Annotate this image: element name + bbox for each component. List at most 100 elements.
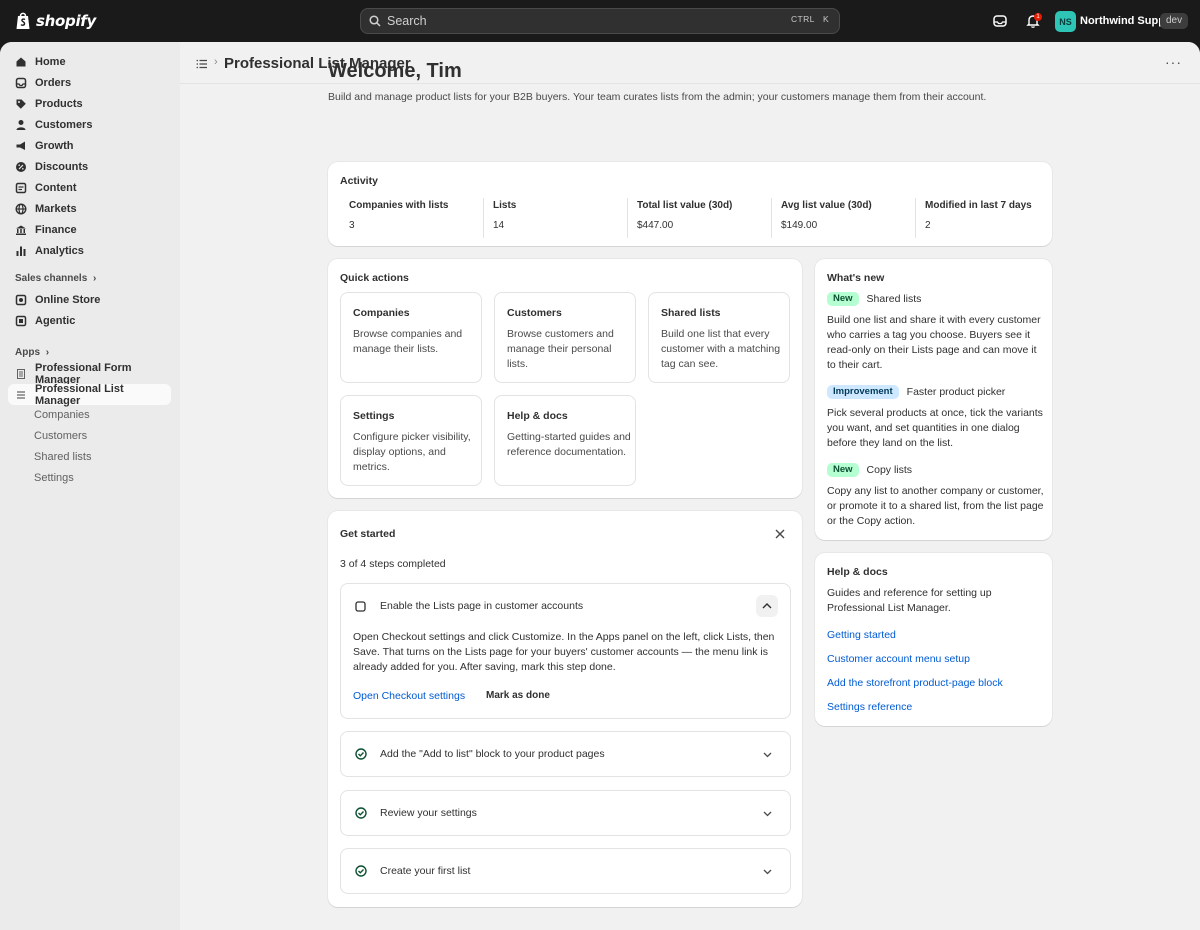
quick-action-shared-lists[interactable]: Shared lists Build one list that every c… — [648, 292, 790, 383]
metric-avg-value: Avg list value (30d) $149.00 — [772, 198, 916, 238]
sidebar-sub-customers[interactable]: Customers — [34, 430, 87, 442]
tag-icon — [16, 99, 26, 109]
step-title: Review your settings — [380, 807, 477, 819]
bank-icon — [16, 225, 26, 235]
news-badge: New — [827, 463, 859, 477]
sidebar-item-markets[interactable]: Markets — [8, 198, 171, 219]
metric-label: Companies with lists — [349, 200, 449, 211]
news-text: Copy any list to another company or cust… — [827, 485, 1044, 527]
sidebar-item-customers[interactable]: Customers — [8, 114, 171, 135]
steps-progress: 3 of 4 steps completed — [340, 558, 446, 570]
sidebar-item-agentic[interactable]: Agentic — [8, 310, 171, 331]
discount-icon — [16, 161, 26, 172]
news-text: Pick several products at once, tick the … — [827, 407, 1043, 449]
shopify-bag-icon — [16, 12, 30, 29]
quick-action-desc: Build one list that every customer with … — [661, 328, 781, 370]
quick-actions-card: Quick actions Companies Browse companies… — [328, 259, 802, 498]
help-docs-text: Guides and reference for setting up Prof… — [827, 587, 992, 614]
breadcrumb-chevron-icon: › — [214, 56, 218, 68]
sidebar-sub-settings[interactable]: Settings — [34, 472, 74, 484]
news-heading: Shared lists — [866, 293, 922, 305]
news-heading: Faster product picker — [906, 386, 1006, 398]
chevron-down-icon[interactable] — [763, 811, 772, 817]
agentic-icon — [15, 315, 27, 326]
quick-action-companies[interactable]: Companies Browse companies and manage th… — [340, 292, 482, 383]
megaphone-icon — [16, 141, 25, 150]
sidebar-item-label: Orders — [35, 76, 72, 89]
sales-channels-heading[interactable]: Sales channels › — [15, 273, 96, 284]
close-icon[interactable] — [775, 529, 785, 539]
checkbox-empty-icon[interactable] — [355, 601, 366, 612]
sidebar-item-orders[interactable]: Orders — [8, 72, 171, 93]
news-text: Build one list and share it with every c… — [827, 314, 1041, 371]
mark-as-done-button[interactable]: Mark as done — [486, 690, 550, 701]
help-docs-title: Help & docs — [827, 566, 888, 578]
list-app-icon[interactable] — [196, 58, 208, 70]
quick-action-title: Customers — [507, 307, 562, 319]
metric-lists: Lists 14 — [484, 198, 628, 238]
quick-action-customers[interactable]: Customers Browse customers and manage th… — [494, 292, 636, 383]
sidebar-item-label: Customers — [35, 118, 93, 131]
step-create-first-list[interactable]: Create your first list — [340, 848, 791, 894]
list-app-icon — [17, 390, 25, 399]
sidebar-item-label: Finance — [35, 223, 77, 236]
home-icon — [16, 57, 26, 66]
quick-action-title: Shared lists — [661, 307, 721, 319]
news-item-header: New Shared lists — [827, 292, 921, 306]
step-add-block[interactable]: Add the "Add to list" block to your prod… — [340, 731, 791, 777]
quick-action-settings[interactable]: Settings Configure picker visibility, di… — [340, 395, 482, 486]
welcome-heading: Welcome, Tim — [328, 60, 462, 82]
check-circle-icon — [355, 807, 367, 819]
step-title[interactable]: Enable the Lists page in customer accoun… — [380, 600, 583, 612]
store-dev-tag: dev — [1160, 13, 1189, 29]
step-review-settings[interactable]: Review your settings — [340, 790, 791, 836]
sidebar-item-label: Discounts — [35, 160, 89, 173]
metric-label: Avg list value (30d) — [781, 200, 872, 211]
quick-action-title: Help & docs — [507, 410, 568, 422]
news-item-header: New Copy lists — [827, 463, 912, 477]
quick-action-desc: Getting-started guides and reference doc… — [507, 431, 631, 458]
search-bar[interactable]: Search CTRL K — [360, 8, 840, 34]
sidebar-item-online-store[interactable]: Online Store — [8, 289, 171, 310]
collapse-step-button[interactable] — [756, 595, 778, 617]
check-circle-icon — [355, 865, 367, 877]
person-icon — [16, 119, 26, 130]
sidebar-item-finance[interactable]: Finance — [8, 219, 171, 240]
chevron-down-icon[interactable] — [763, 869, 772, 875]
sidebar-item-home[interactable]: Home — [8, 51, 171, 72]
sidebar-item-analytics[interactable]: Analytics — [8, 240, 171, 261]
sidebar-item-form-manager[interactable]: Professional Form Manager — [8, 362, 171, 386]
sidebar-sub-shared-lists[interactable]: Shared lists — [34, 451, 91, 463]
more-actions-icon[interactable]: ··· — [1165, 54, 1182, 70]
link-getting-started[interactable]: Getting started — [827, 629, 896, 641]
sidebar-item-list-manager[interactable]: Professional List Manager — [8, 382, 171, 407]
news-badge: New — [827, 292, 859, 306]
link-account-menu-setup[interactable]: Customer account menu setup — [827, 653, 970, 665]
sidebar-item-label: Products — [35, 97, 83, 110]
shopify-logo[interactable]: shopify — [15, 11, 96, 30]
inbox-icon[interactable] — [992, 13, 1008, 29]
sidebar-item-label: Growth — [35, 139, 74, 152]
top-bar: shopify Search CTRL K 1 NS Northwind Sup… — [0, 0, 1200, 42]
sales-channels-label: Sales channels — [15, 273, 88, 284]
notification-badge: 1 — [1034, 13, 1042, 21]
metric-label: Modified in last 7 days — [925, 200, 1032, 211]
quick-action-help[interactable]: Help & docs Getting-started guides and r… — [494, 395, 636, 486]
quick-action-desc: Browse customers and manage their person… — [507, 328, 614, 370]
link-storefront-block[interactable]: Add the storefront product-page block — [827, 677, 1003, 689]
sidebar-item-label: Professional List Manager — [35, 382, 124, 407]
chevron-down-icon[interactable] — [763, 752, 772, 758]
sidebar-item-content[interactable]: Content — [8, 177, 171, 198]
sidebar-sub-companies[interactable]: Companies — [34, 409, 90, 421]
step-title: Create your first list — [380, 865, 471, 877]
store-avatar[interactable]: NS — [1055, 11, 1076, 32]
sidebar-item-products[interactable]: Products — [8, 93, 171, 114]
link-settings-reference[interactable]: Settings reference — [827, 701, 912, 713]
apps-heading[interactable]: Apps › — [15, 347, 49, 358]
metric-value: 3 — [349, 220, 355, 231]
sidebar-item-discounts[interactable]: Discounts — [8, 156, 171, 177]
sidebar-item-growth[interactable]: Growth — [8, 135, 171, 156]
open-checkout-settings-link[interactable]: Open Checkout settings — [353, 690, 465, 702]
sidebar-item-label: Analytics — [35, 244, 84, 257]
metric-total-value: Total list value (30d) $447.00 — [628, 198, 772, 238]
